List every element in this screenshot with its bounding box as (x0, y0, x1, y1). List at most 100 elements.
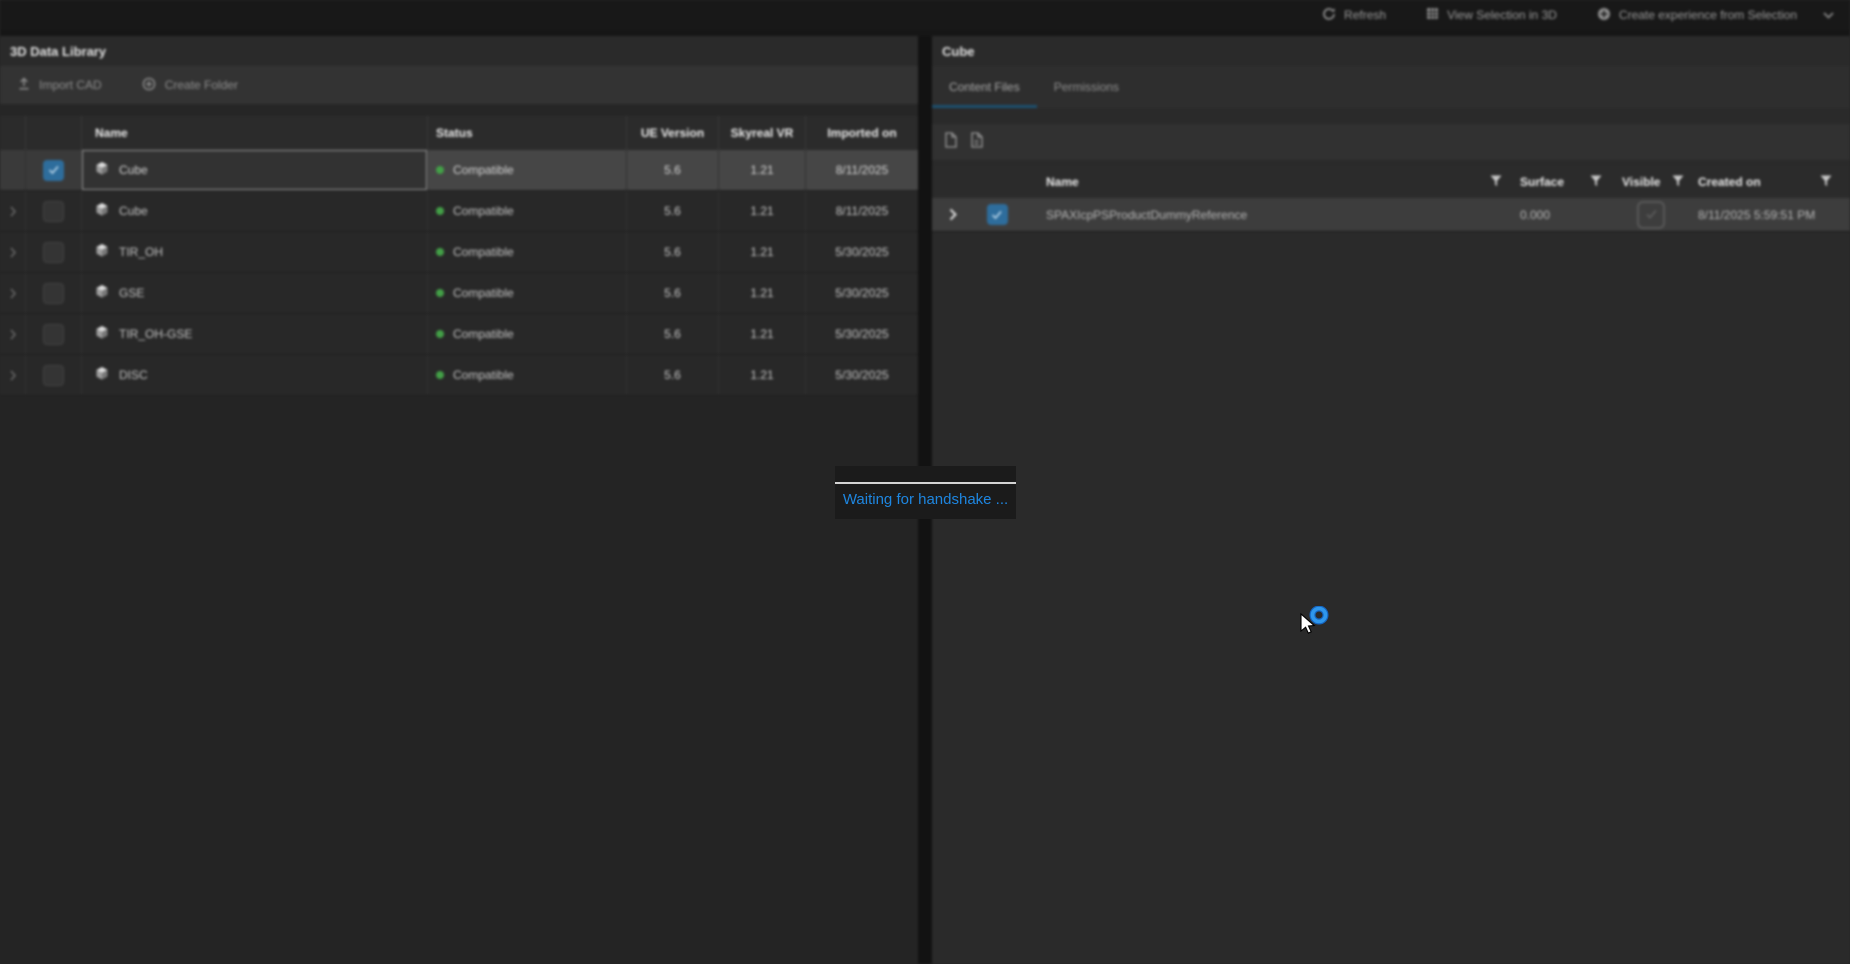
table-row[interactable]: TIR_OH-GSE Compatible 5.6 1.21 5/30/2025 (0, 314, 918, 355)
filter-icon[interactable] (1820, 175, 1832, 190)
status-dot (436, 371, 444, 379)
asset-name: TIR_OH (119, 245, 163, 259)
row-checkbox[interactable] (43, 201, 64, 222)
skyreal-vr-value: 1.21 (719, 273, 806, 313)
expand-chevron-icon[interactable] (10, 329, 16, 340)
row-checkbox[interactable] (987, 204, 1008, 225)
status-label: Compatible (453, 327, 514, 341)
filter-icon[interactable] (1490, 175, 1502, 190)
table-row[interactable]: DISC Compatible 5.6 1.21 5/30/2025 (0, 355, 918, 396)
spacer (0, 104, 918, 116)
row-checkbox[interactable] (43, 242, 64, 263)
ue-version-value: 5.6 (627, 273, 719, 313)
ue-version-value: 5.6 (627, 232, 719, 272)
filter-icon[interactable] (1590, 175, 1602, 190)
skyreal-vr-value: 1.21 (719, 191, 806, 231)
expand-chevron-icon[interactable] (10, 206, 16, 217)
column-header-surface[interactable]: Surface (1520, 175, 1564, 189)
top-toolbar: Refresh View Selection in 3D Create expe… (0, 0, 1850, 30)
table-row[interactable]: Cube Compatible 5.6 1.21 8/11/2025 (0, 150, 918, 191)
imported-on-value: 5/30/2025 (806, 232, 918, 272)
imported-on-value: 5/30/2025 (806, 273, 918, 313)
mouse-cursor-busy (1294, 606, 1330, 643)
row-checkbox[interactable] (43, 365, 64, 386)
asset-name: GSE (119, 286, 144, 300)
expand-chevron-icon[interactable] (10, 370, 16, 381)
create-experience-label: Create experience from Selection (1619, 8, 1797, 22)
status-dot (436, 166, 444, 174)
skyreal-vr-value: 1.21 (719, 355, 806, 395)
cube-icon (95, 202, 109, 220)
upload-icon (18, 77, 30, 93)
table-row[interactable]: SPAXIcpPSProductDummyReference 0.000 8/1… (932, 198, 1850, 232)
circle-plus-icon (1597, 7, 1611, 24)
surface-value: 0.000 (1510, 208, 1610, 222)
content-files-toolbar (932, 124, 1850, 160)
row-checkbox[interactable] (43, 283, 64, 304)
column-header-visible[interactable]: Visible (1622, 175, 1660, 189)
row-checkbox[interactable] (43, 324, 64, 345)
table-row[interactable]: TIR_OH Compatible 5.6 1.21 5/30/2025 (0, 232, 918, 273)
tab-permissions[interactable]: Permissions (1037, 66, 1136, 108)
topbar-dropdown-button[interactable] (1823, 8, 1834, 22)
create-experience-button[interactable]: Create experience from Selection (1597, 7, 1797, 24)
library-table-header: Name Status UE Version Skyreal VR Import… (0, 116, 918, 150)
ue-version-value: 5.6 (627, 314, 719, 354)
cube-icon (95, 284, 109, 302)
table-row[interactable]: GSE Compatible 5.6 1.21 5/30/2025 (0, 273, 918, 314)
right-panel-title: Cube (932, 36, 1850, 66)
column-header-skyreal-vr[interactable]: Skyreal VR (719, 116, 806, 150)
filter-icon[interactable] (1672, 175, 1684, 190)
file-copy-icon-button[interactable] (970, 132, 983, 153)
handshake-message: Waiting for handshake ... (835, 491, 1016, 508)
imported-on-value: 5/30/2025 (806, 355, 918, 395)
column-header-name[interactable]: Name (1046, 175, 1079, 189)
expand-chevron-icon[interactable] (949, 208, 957, 221)
column-header-status[interactable]: Status (428, 116, 627, 150)
cube-icon (95, 243, 109, 261)
status-label: Compatible (453, 286, 514, 300)
file-icon-button[interactable] (944, 132, 957, 153)
created-on-value: 8/11/2025 5:59:51 PM (1692, 208, 1850, 222)
checkbox-column-header (26, 116, 82, 150)
column-header-created-on[interactable]: Created on (1698, 175, 1761, 189)
expand-chevron-icon[interactable] (10, 247, 16, 258)
status-label: Compatible (453, 368, 514, 382)
popup-divider (835, 482, 1016, 484)
cube-icon (95, 366, 109, 384)
skyreal-vr-value: 1.21 (719, 150, 806, 190)
column-header-imported-on[interactable]: Imported on (806, 116, 918, 150)
grid-icon (1426, 7, 1439, 23)
create-folder-button[interactable]: Create Folder (142, 77, 238, 94)
ue-version-value: 5.6 (627, 150, 719, 190)
row-checkbox[interactable] (43, 160, 64, 181)
status-label: Compatible (453, 245, 514, 259)
column-header-name[interactable]: Name (82, 116, 428, 150)
detail-tabbar: Content Files Permissions (932, 66, 1850, 108)
visible-checkbox[interactable] (1637, 201, 1665, 229)
asset-name: Cube (119, 163, 148, 177)
data-library-panel: 3D Data Library Import CAD Create Folder (0, 36, 918, 964)
expand-chevron-icon[interactable] (10, 288, 16, 299)
content-files-table-header: Name Surface Visible (932, 166, 1850, 198)
app-window: Refresh View Selection in 3D Create expe… (0, 0, 1850, 964)
view-selection-3d-button[interactable]: View Selection in 3D (1426, 7, 1557, 23)
status-dot (436, 207, 444, 215)
imported-on-value: 8/11/2025 (806, 150, 918, 190)
ue-version-value: 5.6 (627, 191, 719, 231)
check-icon (1645, 209, 1658, 220)
asset-name: DISC (119, 368, 148, 382)
check-icon (991, 210, 1003, 220)
status-dot (436, 330, 444, 338)
import-cad-button[interactable]: Import CAD (18, 77, 102, 93)
content-file-name: SPAXIcpPSProductDummyReference (1020, 208, 1510, 222)
column-header-ue-version[interactable]: UE Version (627, 116, 719, 150)
left-panel-toolbar: Import CAD Create Folder (0, 66, 918, 104)
refresh-button[interactable]: Refresh (1322, 7, 1386, 24)
tab-content-files[interactable]: Content Files (932, 66, 1037, 108)
view-selection-3d-label: View Selection in 3D (1447, 8, 1557, 22)
table-row[interactable]: Cube Compatible 5.6 1.21 8/11/2025 (0, 191, 918, 232)
expand-column-header (0, 116, 26, 150)
imported-on-value: 5/30/2025 (806, 314, 918, 354)
asset-name: TIR_OH-GSE (119, 327, 192, 341)
